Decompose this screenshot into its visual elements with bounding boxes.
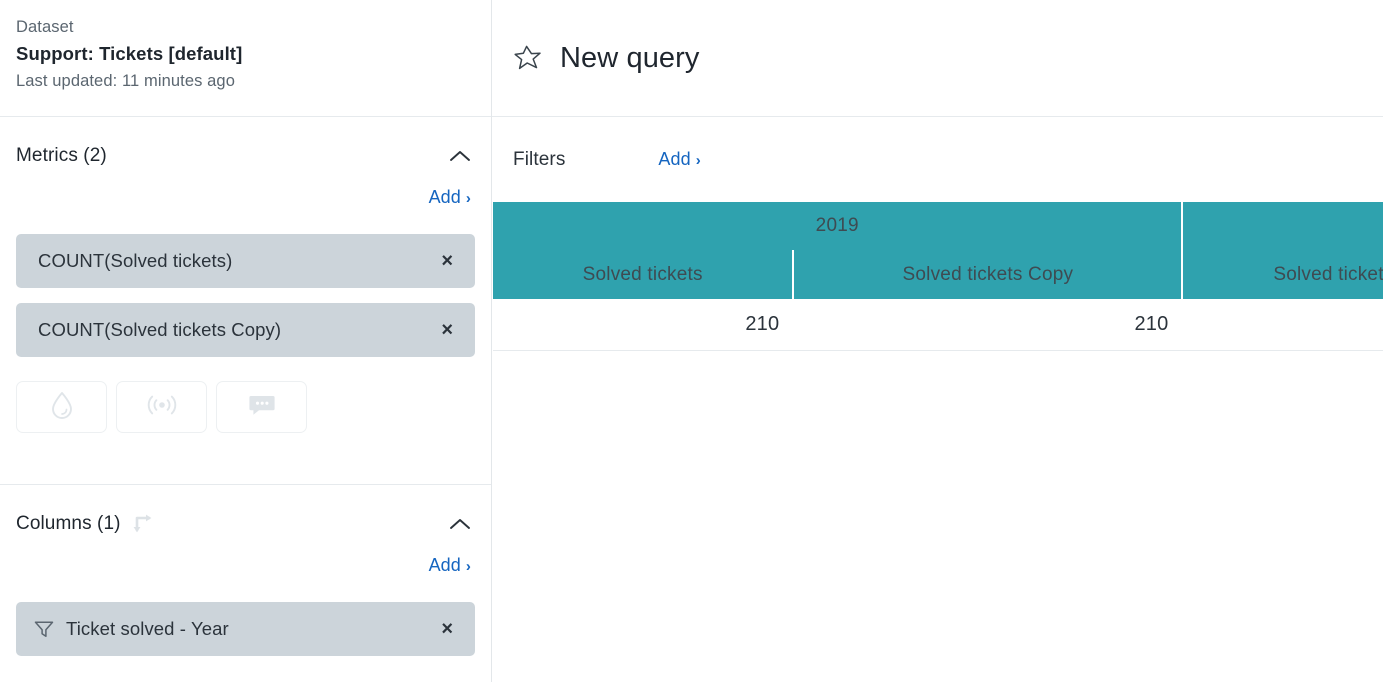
column-chip[interactable]: Ticket solved - Year × bbox=[16, 602, 475, 656]
metric-chip[interactable]: COUNT(Solved tickets Copy) × bbox=[16, 303, 475, 357]
table-column-header[interactable]: Solved tickets Copy bbox=[793, 250, 1182, 299]
columns-section-title: Columns (1) bbox=[16, 513, 121, 535]
chevron-up-icon[interactable] bbox=[449, 517, 475, 531]
chevron-up-icon[interactable] bbox=[449, 149, 475, 163]
columns-add-row: Add › bbox=[16, 555, 475, 587]
filters-label: Filters bbox=[513, 149, 565, 171]
table-group-header[interactable]: 2020 bbox=[1182, 202, 1383, 250]
app-root: Dataset Support: Tickets [default] Last … bbox=[0, 0, 1383, 682]
broadcast-signal-icon bbox=[144, 392, 180, 423]
chevron-right-icon: › bbox=[696, 153, 701, 168]
main-panel: New query Filters Add › 2019 bbox=[492, 0, 1383, 682]
metric-tools-row bbox=[16, 381, 475, 433]
dataset-label: Dataset bbox=[16, 14, 491, 40]
table-cell: 210 bbox=[493, 299, 793, 351]
remove-metric-icon[interactable]: × bbox=[435, 316, 459, 344]
query-header: New query bbox=[492, 0, 1383, 117]
table-group-header[interactable]: 2019 bbox=[493, 202, 1182, 250]
funnel-filter-icon bbox=[33, 619, 55, 639]
table-cell: 210 bbox=[793, 299, 1182, 351]
columns-section: Columns (1) Add › bbox=[0, 485, 491, 682]
chevron-right-icon: › bbox=[466, 559, 471, 574]
metric-chip-label: COUNT(Solved tickets) bbox=[38, 250, 232, 272]
columns-section-header[interactable]: Columns (1) bbox=[16, 485, 475, 555]
droplet-tool-button[interactable] bbox=[16, 381, 107, 433]
pivot-table-wrap: 2019 2020 Solved tickets Solved tickets … bbox=[492, 202, 1383, 351]
metrics-section: Metrics (2) Add › COUNT(Solved tickets) … bbox=[0, 117, 491, 485]
filters-row: Filters Add › bbox=[492, 117, 1383, 202]
comment-tool-button[interactable] bbox=[216, 381, 307, 433]
metric-chip-label: COUNT(Solved tickets Copy) bbox=[38, 319, 281, 341]
transpose-arrows-icon[interactable] bbox=[131, 511, 157, 537]
table-row: 210 210 24 24 bbox=[493, 299, 1383, 351]
columns-add-label: Add bbox=[429, 555, 461, 576]
table-cell: 24 bbox=[1182, 299, 1383, 351]
table-column-header[interactable]: Solved tickets bbox=[1182, 250, 1383, 299]
column-chip-label: Ticket solved - Year bbox=[66, 618, 229, 640]
table-column-header-row: Solved tickets Solved tickets Copy Solve… bbox=[493, 250, 1383, 299]
query-title[interactable]: New query bbox=[560, 42, 700, 75]
remove-column-icon[interactable]: × bbox=[435, 615, 459, 643]
filters-add-button[interactable]: Add › bbox=[658, 149, 700, 170]
metrics-section-title: Metrics (2) bbox=[16, 145, 107, 167]
pivot-table: 2019 2020 Solved tickets Solved tickets … bbox=[493, 202, 1383, 351]
metrics-section-header[interactable]: Metrics (2) bbox=[16, 117, 475, 187]
metric-chip[interactable]: COUNT(Solved tickets) × bbox=[16, 234, 475, 288]
dataset-name[interactable]: Support: Tickets [default] bbox=[16, 40, 491, 68]
dataset-last-updated: Last updated: 11 minutes ago bbox=[16, 68, 491, 94]
comment-bubble-icon bbox=[247, 392, 277, 423]
filters-add-label: Add bbox=[658, 149, 690, 170]
sidebar: Dataset Support: Tickets [default] Last … bbox=[0, 0, 492, 682]
dataset-info-block: Dataset Support: Tickets [default] Last … bbox=[0, 0, 491, 117]
columns-add-button[interactable]: Add › bbox=[429, 555, 471, 576]
metrics-add-row: Add › bbox=[16, 187, 475, 219]
metrics-add-label: Add bbox=[429, 187, 461, 208]
broadcast-tool-button[interactable] bbox=[116, 381, 207, 433]
star-outline-icon[interactable] bbox=[513, 43, 543, 73]
table-column-header[interactable]: Solved tickets bbox=[493, 250, 793, 299]
chevron-right-icon: › bbox=[466, 191, 471, 206]
table-group-header-row: 2019 2020 bbox=[493, 202, 1383, 250]
metrics-add-button[interactable]: Add › bbox=[429, 187, 471, 208]
droplet-icon bbox=[49, 390, 75, 425]
remove-metric-icon[interactable]: × bbox=[435, 247, 459, 275]
